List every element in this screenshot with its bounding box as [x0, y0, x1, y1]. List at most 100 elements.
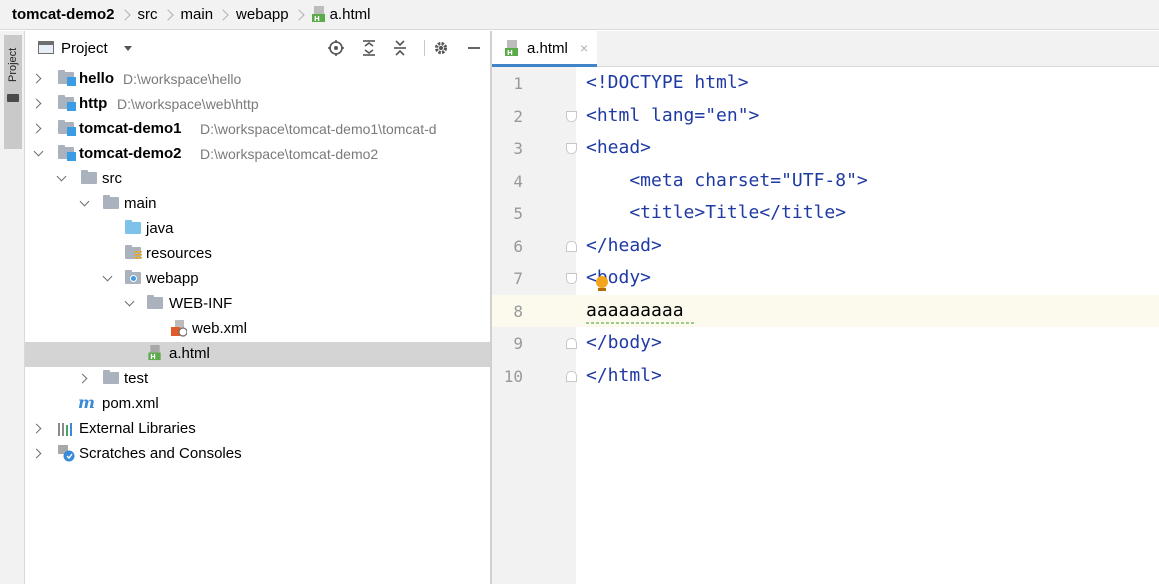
project-view-icon	[38, 41, 54, 54]
breadcrumb-item-file[interactable]: a.html	[330, 6, 371, 23]
tree-item-label: resources	[146, 245, 212, 262]
project-view-selector[interactable]: Project	[61, 40, 108, 57]
module-folder-icon	[58, 120, 76, 136]
tree-item-a-html[interactable]: H a.html	[25, 342, 490, 367]
tree-item-label: pom.xml	[102, 395, 159, 412]
tree-item-path: D:\workspace\hello	[123, 71, 242, 87]
line-number: 6	[513, 237, 523, 256]
chevron-right-icon[interactable]	[31, 98, 42, 109]
code-line: <html lang="en">	[586, 105, 760, 126]
editor-tab-label: a.html	[527, 40, 568, 57]
fold-marker-icon[interactable]	[566, 111, 577, 122]
svg-text:H: H	[314, 15, 320, 23]
editor-tab-a-html[interactable]: H a.html ×	[492, 31, 597, 67]
tree-item-main[interactable]: main	[25, 192, 490, 217]
tree-item-label: src	[102, 170, 122, 187]
tree-item-pom-xml[interactable]: m pom.xml	[25, 392, 490, 417]
tree-item-path: D:\workspace\tomcat-demo2	[200, 146, 379, 162]
fold-marker-icon[interactable]	[566, 241, 577, 252]
svg-text:H: H	[150, 353, 156, 361]
chevron-down-icon[interactable]	[33, 146, 44, 157]
tree-item-tomcat-demo2[interactable]: tomcat-demo2 D:\workspace\tomcat-demo2	[25, 142, 490, 167]
line-number: 4	[513, 172, 523, 191]
html-file-icon: H	[505, 40, 518, 57]
breadcrumb-item-main[interactable]: main	[181, 6, 214, 23]
folder-icon	[103, 195, 119, 209]
tree-item-external-libraries[interactable]: External Libraries	[25, 417, 490, 442]
navigation-breadcrumb: tomcat-demo2 src main webapp H a.html	[0, 0, 1159, 30]
tree-item-path: D:\workspace\tomcat-demo1\tomcat-d	[200, 121, 437, 137]
module-folder-icon	[58, 70, 76, 86]
tree-item-hello[interactable]: hello D:\workspace\hello	[25, 67, 490, 92]
tree-item-java[interactable]: java	[25, 217, 490, 242]
scratches-icon	[58, 445, 75, 462]
tree-item-tomcat-demo1[interactable]: tomcat-demo1 D:\workspace\tomcat-demo1\t…	[25, 117, 490, 142]
breadcrumb-item-src[interactable]: src	[138, 6, 158, 23]
code-line: <!DOCTYPE html>	[586, 72, 749, 93]
libraries-icon	[58, 423, 72, 436]
tree-item-path: D:\workspace\web\http	[117, 96, 259, 112]
settings-icon[interactable]	[432, 39, 450, 57]
folder-icon	[103, 370, 119, 384]
chevron-right-icon[interactable]	[77, 373, 88, 384]
xml-file-icon	[171, 320, 187, 337]
chevron-down-icon[interactable]	[124, 296, 135, 307]
close-icon[interactable]: ×	[580, 40, 588, 56]
expand-all-icon[interactable]	[360, 39, 378, 57]
tree-item-label: web.xml	[192, 320, 248, 337]
fold-marker-icon[interactable]	[566, 338, 577, 349]
module-folder-icon	[58, 95, 76, 111]
hide-icon[interactable]	[465, 39, 483, 57]
breadcrumb-separator-icon	[217, 8, 229, 21]
tree-item-test[interactable]: test	[25, 367, 490, 392]
line-number: 3	[513, 139, 523, 158]
chevron-right-icon[interactable]	[31, 73, 42, 84]
resources-folder-icon	[125, 245, 142, 260]
line-number: 10	[503, 367, 523, 386]
tree-item-label: http	[79, 95, 108, 112]
chevron-right-icon[interactable]	[31, 448, 42, 459]
line-number: 9	[513, 334, 523, 353]
locate-icon[interactable]	[327, 39, 345, 57]
html-file-icon: H	[311, 6, 325, 23]
chevron-right-icon[interactable]	[31, 123, 42, 134]
project-panel: Project hello D:\workspace\hello http D:…	[25, 31, 490, 584]
project-tool-window-label: Project	[7, 47, 19, 83]
tree-item-webapp[interactable]: webapp	[25, 267, 490, 292]
breadcrumb-separator-icon	[118, 8, 131, 21]
tree-item-resources[interactable]: resources	[25, 242, 490, 267]
tree-item-src[interactable]: src	[25, 167, 490, 192]
tree-item-label: test	[124, 370, 149, 387]
web-folder-icon	[125, 270, 141, 284]
chevron-down-icon[interactable]	[79, 196, 90, 207]
tree-item-label: External Libraries	[79, 420, 196, 437]
breadcrumb-item-project[interactable]: tomcat-demo2	[12, 6, 115, 23]
tree-item-web-xml[interactable]: web.xml	[25, 317, 490, 342]
source-folder-icon	[125, 220, 141, 234]
chevron-right-icon[interactable]	[31, 423, 42, 434]
tree-item-http[interactable]: http D:\workspace\web\http	[25, 92, 490, 117]
intention-bulb-icon[interactable]	[596, 276, 608, 288]
line-number: 2	[513, 107, 523, 126]
collapse-all-icon[interactable]	[391, 39, 409, 57]
chevron-down-icon[interactable]	[124, 46, 132, 51]
code-line: <meta charset="UTF-8">	[586, 170, 868, 191]
folder-icon	[81, 170, 97, 184]
code-line: </head>	[586, 235, 662, 256]
tree-item-label: java	[146, 220, 174, 237]
folder-icon	[147, 295, 163, 309]
code-line: aaaaaaaaa	[586, 300, 684, 321]
tree-item-web-inf[interactable]: WEB-INF	[25, 292, 490, 317]
fold-marker-icon[interactable]	[566, 371, 577, 382]
project-tool-window-tab[interactable]: Project	[4, 35, 22, 149]
chevron-down-icon[interactable]	[102, 271, 113, 282]
html-file-icon: H	[148, 345, 161, 361]
editor-tab-bar: H a.html ×	[492, 31, 1159, 67]
tree-item-scratches-and-consoles[interactable]: Scratches and Consoles	[25, 442, 490, 467]
chevron-down-icon[interactable]	[56, 171, 67, 182]
fold-marker-icon[interactable]	[566, 273, 577, 284]
project-panel-header: Project	[25, 31, 490, 66]
fold-marker-icon[interactable]	[566, 143, 577, 154]
breadcrumb-item-webapp[interactable]: webapp	[236, 6, 289, 23]
module-folder-icon	[58, 145, 76, 161]
